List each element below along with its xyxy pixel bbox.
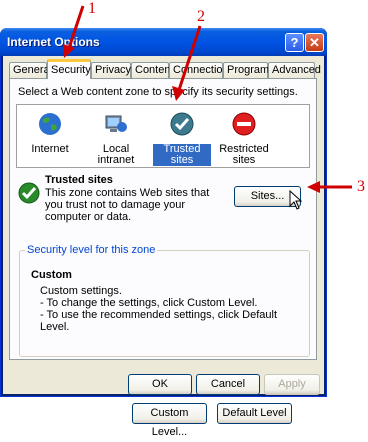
- zone-description: This zone contains Web sites that you tr…: [45, 187, 210, 223]
- zone-title: Trusted sites: [45, 174, 113, 186]
- group-title: Security level for this zone: [25, 244, 158, 256]
- tab-programs[interactable]: Programs: [223, 62, 275, 78]
- zone-restricted-sites[interactable]: Restricted sites: [213, 111, 275, 166]
- help-button[interactable]: ?: [285, 33, 304, 52]
- mouse-cursor-icon: [289, 190, 303, 210]
- tab-privacy[interactable]: Privacy: [91, 62, 131, 78]
- zone-trusted-sites[interactable]: Trusted sites: [153, 111, 211, 166]
- zone-label: Restricted sites: [219, 143, 269, 166]
- close-button[interactable]: ✕: [305, 33, 324, 52]
- checkmark-circle-icon: [170, 112, 194, 136]
- zone-label: Local intranet: [97, 143, 135, 166]
- security-level-group: Security level for this zone Custom Cust…: [19, 244, 310, 357]
- dialog-client-area: General Security Privacy Content Connect…: [3, 56, 324, 438]
- computer-globe-icon: [105, 115, 127, 132]
- zone-internet[interactable]: Internet: [21, 111, 79, 155]
- level-line-3: - To use the recommended settings, click…: [40, 309, 278, 333]
- cancel-button[interactable]: Cancel: [196, 374, 260, 395]
- globe-icon: [39, 113, 61, 135]
- ok-button[interactable]: OK: [128, 374, 192, 395]
- zone-label: Trusted sites: [153, 144, 211, 166]
- apply-button[interactable]: Apply: [264, 374, 320, 395]
- zone-list: Internet Local intranet Trusted sites Re…: [16, 104, 310, 168]
- tab-general[interactable]: General: [9, 62, 52, 78]
- zone-local-intranet[interactable]: Local intranet: [87, 111, 145, 166]
- custom-level-button[interactable]: Custom Level...: [132, 403, 207, 438]
- level-line-1: Custom settings.: [40, 285, 122, 297]
- zone-prompt: Select a Web content zone to specify its…: [18, 86, 298, 98]
- tab-connections[interactable]: Connections: [169, 62, 234, 78]
- annotation-3: 3: [357, 178, 365, 195]
- level-line-2: - To change the settings, click Custom L…: [40, 297, 258, 309]
- zone-label: Internet: [31, 143, 69, 155]
- title-bar[interactable]: Internet Options ? ✕: [0, 28, 327, 56]
- no-entry-icon: [232, 112, 256, 136]
- trusted-check-icon: [18, 182, 40, 204]
- default-level-button[interactable]: Default Level: [217, 403, 292, 424]
- tab-security[interactable]: Security: [47, 59, 91, 79]
- annotation-1: 1: [88, 0, 96, 17]
- window-title: Internet Options: [7, 35, 100, 49]
- internet-options-window: Internet Options ? ✕ General Security Pr…: [0, 28, 327, 438]
- annotation-2: 2: [197, 8, 205, 25]
- tab-content[interactable]: Content: [131, 62, 174, 78]
- level-name: Custom: [31, 269, 72, 281]
- tab-advanced[interactable]: Advanced: [268, 62, 321, 78]
- security-tab-panel: Select a Web content zone to specify its…: [9, 78, 317, 360]
